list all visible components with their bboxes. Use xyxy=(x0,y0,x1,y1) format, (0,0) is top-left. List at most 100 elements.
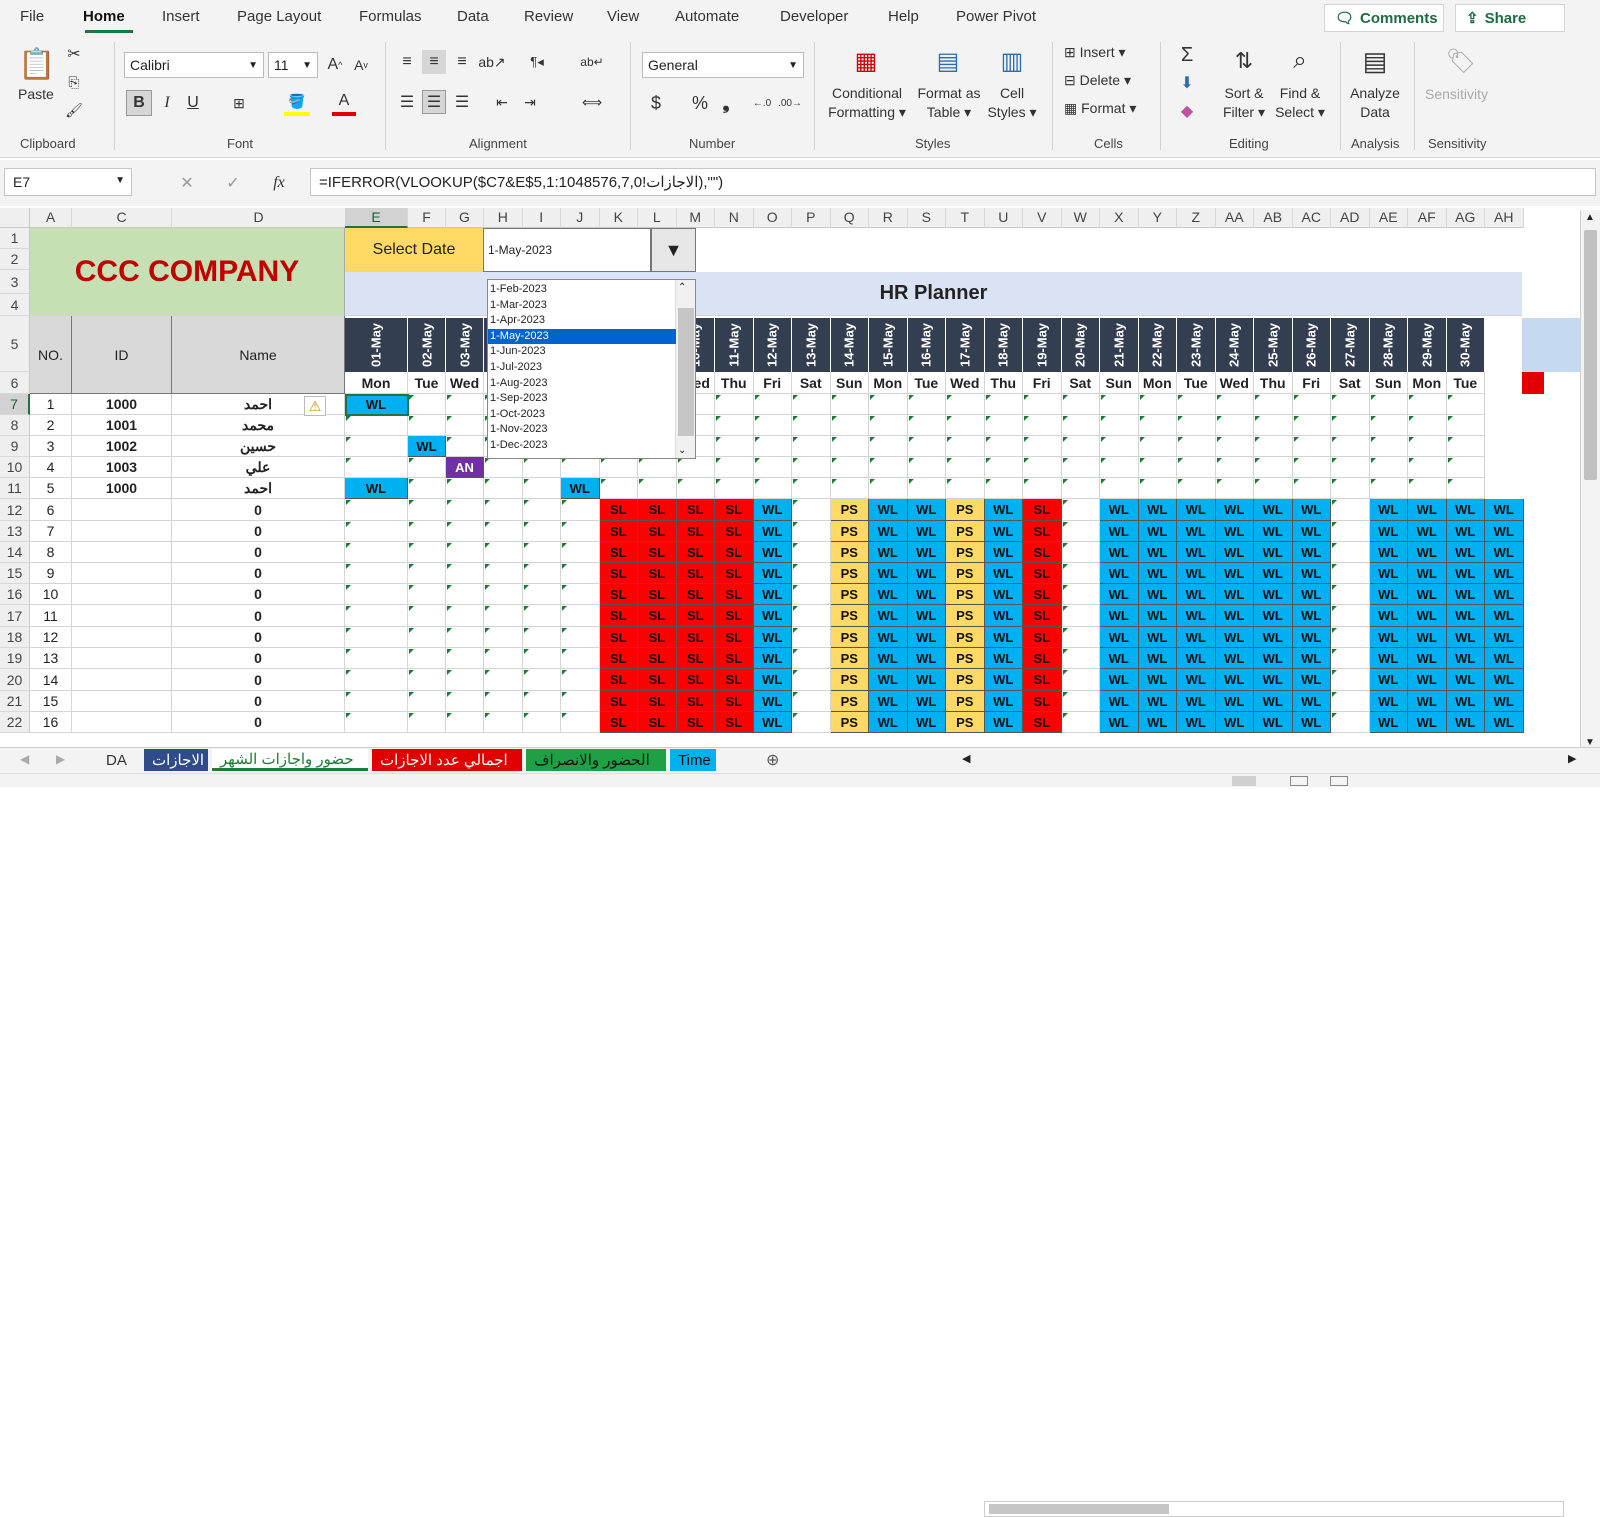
column-header[interactable]: G xyxy=(446,208,484,228)
leave-mark-sl[interactable]: SL xyxy=(676,712,715,733)
column-header[interactable]: AD xyxy=(1331,208,1370,228)
leave-mark-wl[interactable]: WL xyxy=(1254,499,1293,521)
leave-mark-wl[interactable]: WL xyxy=(1485,542,1524,563)
leave-mark-wl[interactable]: WL xyxy=(1254,648,1293,669)
day-cell[interactable] xyxy=(345,457,408,478)
day-cell[interactable] xyxy=(345,648,408,669)
leave-mark-wl[interactable]: WL xyxy=(1215,627,1254,648)
column-header[interactable]: R xyxy=(869,208,908,228)
leave-mark-sl[interactable]: SL xyxy=(599,521,638,542)
leave-mark-wl[interactable]: WL xyxy=(1215,691,1254,712)
leave-mark-wl[interactable]: WL xyxy=(984,499,1023,521)
row-header[interactable]: 18 xyxy=(0,627,30,648)
row-header[interactable]: 3 xyxy=(0,270,30,294)
leave-mark-wl[interactable]: WL xyxy=(1177,627,1216,648)
leave-mark-wl[interactable]: WL xyxy=(1100,669,1139,691)
leave-mark-wl[interactable]: WL xyxy=(753,605,792,627)
day-cell[interactable] xyxy=(345,521,408,542)
day-cell[interactable] xyxy=(345,542,408,563)
leave-mark-sl[interactable]: SL xyxy=(638,605,677,627)
leave-mark-wl[interactable]: WL xyxy=(1215,712,1254,733)
leave-mark-sl[interactable]: SL xyxy=(1023,712,1062,733)
leave-mark-sl[interactable]: SL xyxy=(638,712,677,733)
row-header[interactable]: 8 xyxy=(0,415,30,436)
leave-mark-sl[interactable]: SL xyxy=(715,691,754,712)
leave-mark-ps[interactable]: PS xyxy=(830,605,869,627)
leave-mark-wl[interactable]: WL xyxy=(984,627,1023,648)
leave-mark-wl[interactable]: WL xyxy=(907,712,946,733)
leave-mark-sl[interactable]: SL xyxy=(638,691,677,712)
leave-mark-ps[interactable]: PS xyxy=(830,499,869,521)
leave-mark-wl[interactable]: WL xyxy=(408,436,446,457)
select-all-corner[interactable] xyxy=(0,208,30,228)
page-break-view-icon[interactable] xyxy=(1330,776,1348,786)
leave-mark-sl[interactable]: SL xyxy=(715,627,754,648)
leave-mark-wl[interactable]: WL xyxy=(1100,712,1139,733)
row-header[interactable]: 1 xyxy=(0,228,30,249)
leave-mark-wl[interactable]: WL xyxy=(1292,542,1331,563)
leave-mark-ps[interactable]: PS xyxy=(946,605,985,627)
leave-mark-wl[interactable]: WL xyxy=(1446,563,1485,584)
page-layout-view-icon[interactable] xyxy=(1290,776,1308,786)
leave-mark-wl[interactable]: WL xyxy=(561,478,600,499)
leave-mark-sl[interactable]: SL xyxy=(1023,584,1062,605)
leave-mark-wl[interactable]: WL xyxy=(907,605,946,627)
leave-mark-wl[interactable]: WL xyxy=(1215,563,1254,584)
leave-mark-wl[interactable]: WL xyxy=(1292,563,1331,584)
day-cell[interactable] xyxy=(345,415,408,436)
row-header[interactable]: 10 xyxy=(0,457,30,478)
leave-mark-wl[interactable]: WL xyxy=(1408,584,1447,605)
column-header[interactable]: X xyxy=(1100,208,1139,228)
leave-mark-ps[interactable]: PS xyxy=(830,521,869,542)
leave-mark-wl[interactable]: WL xyxy=(907,627,946,648)
leave-mark-wl[interactable]: WL xyxy=(1369,605,1408,627)
leave-mark-wl[interactable]: WL xyxy=(1485,605,1524,627)
column-header[interactable]: AE xyxy=(1369,208,1408,228)
column-header[interactable]: U xyxy=(984,208,1023,228)
leave-mark-wl[interactable]: WL xyxy=(1485,584,1524,605)
column-header[interactable]: T xyxy=(946,208,985,228)
sheet-tab[interactable]: الحضور والانصراف xyxy=(526,749,666,771)
row-header[interactable]: 2 xyxy=(0,249,30,270)
leave-mark-sl[interactable]: SL xyxy=(715,605,754,627)
leave-mark-wl[interactable]: WL xyxy=(1100,542,1139,563)
leave-mark-wl[interactable]: WL xyxy=(1138,712,1177,733)
normal-view-icon[interactable] xyxy=(1232,776,1256,786)
leave-mark-an[interactable]: AN xyxy=(446,457,484,478)
leave-mark-wl[interactable]: WL xyxy=(1408,605,1447,627)
leave-mark-wl[interactable]: WL xyxy=(869,648,908,669)
leave-mark-wl[interactable]: WL xyxy=(1138,521,1177,542)
dropdown-option[interactable]: 1-Sep-2023 xyxy=(488,391,676,406)
leave-mark-wl[interactable]: WL xyxy=(1446,542,1485,563)
leave-mark-wl[interactable]: WL xyxy=(1485,712,1524,733)
leave-mark-wl[interactable]: WL xyxy=(1369,542,1408,563)
leave-mark-sl[interactable]: SL xyxy=(676,605,715,627)
leave-mark-wl[interactable]: WL xyxy=(869,563,908,584)
leave-mark-sl[interactable]: SL xyxy=(715,499,754,521)
leave-mark-wl[interactable]: WL xyxy=(1215,669,1254,691)
leave-mark-wl[interactable]: WL xyxy=(984,584,1023,605)
leave-mark-ps[interactable]: PS xyxy=(946,499,985,521)
dropdown-arrow-button[interactable]: ▼ xyxy=(651,228,696,272)
leave-mark-sl[interactable]: SL xyxy=(638,627,677,648)
leave-mark-sl[interactable]: SL xyxy=(599,542,638,563)
leave-mark-sl[interactable]: SL xyxy=(1023,499,1062,521)
leave-mark-ps[interactable]: PS xyxy=(830,627,869,648)
leave-mark-wl[interactable]: WL xyxy=(1485,563,1524,584)
column-header[interactable]: M xyxy=(676,208,715,228)
day-cell[interactable] xyxy=(345,436,408,457)
leave-mark-wl[interactable]: WL xyxy=(1177,499,1216,521)
leave-mark-wl[interactable]: WL xyxy=(1100,521,1139,542)
leave-mark-sl[interactable]: SL xyxy=(676,542,715,563)
leave-mark-sl[interactable]: SL xyxy=(676,521,715,542)
leave-mark-wl[interactable]: WL xyxy=(907,584,946,605)
leave-mark-wl[interactable]: WL xyxy=(753,584,792,605)
dropdown-option[interactable]: 1-Jul-2023 xyxy=(488,360,676,375)
leave-mark-wl[interactable]: WL xyxy=(1446,691,1485,712)
leave-mark-wl[interactable]: WL xyxy=(1446,521,1485,542)
sheet-tab[interactable]: اجمالي عدد الاجازات xyxy=(372,749,522,771)
leave-mark-wl[interactable]: WL xyxy=(869,627,908,648)
leave-mark-wl[interactable]: WL xyxy=(1446,627,1485,648)
leave-mark-wl[interactable]: WL xyxy=(1485,521,1524,542)
leave-mark-wl[interactable]: WL xyxy=(1254,521,1293,542)
